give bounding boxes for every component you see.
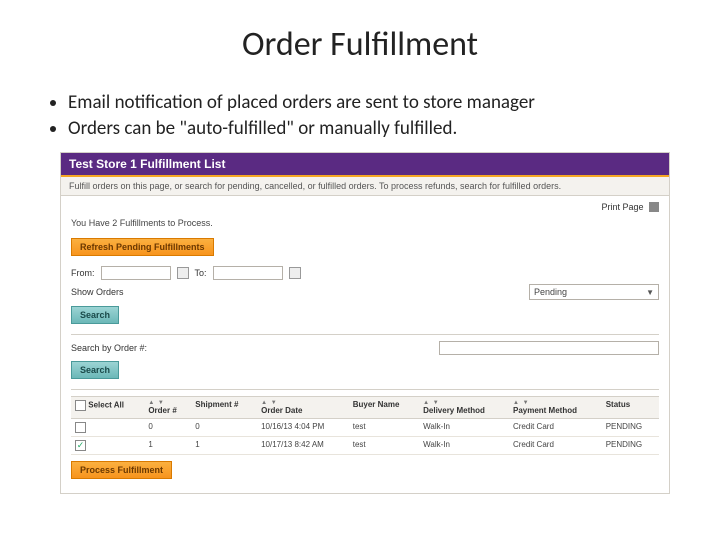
col-delivery[interactable]: ▲ ▼Delivery Method	[419, 397, 509, 419]
cell-shipment-num: 0	[191, 419, 257, 437]
status-select[interactable]: Pending ▼	[529, 284, 659, 300]
to-label: To:	[195, 268, 207, 278]
fulfillment-screenshot: Test Store 1 Fulfillment List Fulfill or…	[60, 152, 670, 495]
select-all-checkbox[interactable]	[75, 400, 86, 411]
process-fulfillment-button[interactable]: Process Fulfillment	[71, 461, 172, 479]
table-row: 1 1 10/17/13 8:42 AM test Walk-In Credit…	[71, 437, 659, 455]
cell-buyer: test	[349, 437, 419, 455]
bullet-item: Orders can be "auto-fulfilled" or manual…	[68, 117, 680, 141]
print-page-link[interactable]: Print Page	[601, 202, 643, 212]
col-buyer[interactable]: Buyer Name	[349, 397, 419, 419]
cell-shipment-num: 1	[191, 437, 257, 455]
col-select[interactable]: Select All	[71, 397, 144, 419]
cell-delivery: Walk-In	[419, 437, 509, 455]
search-button[interactable]: Search	[71, 361, 119, 379]
store-header: Test Store 1 Fulfillment List	[61, 153, 669, 177]
cell-order-date: 10/16/13 4:04 PM	[257, 419, 349, 437]
cell-order-num: 1	[144, 437, 191, 455]
search-order-label: Search by Order #:	[71, 343, 147, 353]
search-button[interactable]: Search	[71, 306, 119, 324]
col-payment[interactable]: ▲ ▼Payment Method	[509, 397, 602, 419]
cell-payment: Credit Card	[509, 437, 602, 455]
pending-notice: You Have 2 Fulfillments to Process.	[71, 218, 659, 228]
status-select-value: Pending	[534, 287, 567, 297]
row-checkbox[interactable]	[75, 422, 86, 433]
col-shipment-num[interactable]: Shipment #	[191, 397, 257, 419]
bullet-item: Email notification of placed orders are …	[68, 91, 680, 115]
to-date-input[interactable]	[213, 266, 283, 280]
cell-order-date: 10/17/13 8:42 AM	[257, 437, 349, 455]
instructions-text: Fulfill orders on this page, or search f…	[61, 177, 669, 196]
show-orders-label: Show Orders	[71, 287, 124, 297]
col-status[interactable]: Status	[602, 397, 659, 419]
col-order-date[interactable]: ▲ ▼Order Date	[257, 397, 349, 419]
orders-tbody: 0 0 10/16/13 4:04 PM test Walk-In Credit…	[71, 419, 659, 455]
from-label: From:	[71, 268, 95, 278]
chevron-down-icon: ▼	[646, 288, 654, 297]
col-order-num[interactable]: ▲ ▼Order #	[144, 397, 191, 419]
cell-status: PENDING	[602, 419, 659, 437]
calendar-icon[interactable]	[177, 267, 189, 279]
refresh-pending-button[interactable]: Refresh Pending Fulfillments	[71, 238, 214, 256]
print-icon[interactable]	[649, 202, 659, 212]
row-checkbox[interactable]	[75, 440, 86, 451]
page-title: Order Fulfillment	[40, 24, 680, 65]
bullet-list: Email notification of placed orders are …	[40, 91, 680, 142]
cell-status: PENDING	[602, 437, 659, 455]
cell-order-num: 0	[144, 419, 191, 437]
cell-payment: Credit Card	[509, 419, 602, 437]
cell-delivery: Walk-In	[419, 419, 509, 437]
cell-buyer: test	[349, 419, 419, 437]
orders-table: Select All ▲ ▼Order # Shipment # ▲ ▼Orde…	[71, 396, 659, 455]
from-date-input[interactable]	[101, 266, 171, 280]
table-row: 0 0 10/16/13 4:04 PM test Walk-In Credit…	[71, 419, 659, 437]
calendar-icon[interactable]	[289, 267, 301, 279]
search-order-input[interactable]	[439, 341, 659, 355]
